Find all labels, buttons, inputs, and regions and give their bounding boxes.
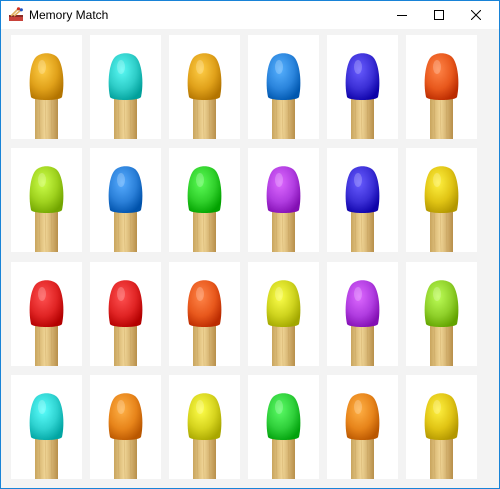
memory-card[interactable] bbox=[169, 35, 240, 139]
matchstick-icon bbox=[108, 166, 143, 252]
window-title: Memory Match bbox=[29, 8, 109, 22]
matchstick-icon bbox=[29, 280, 64, 366]
matchstick-icon bbox=[345, 280, 380, 366]
memory-card[interactable] bbox=[90, 375, 161, 479]
memory-card[interactable] bbox=[406, 35, 477, 139]
memory-card[interactable] bbox=[248, 148, 319, 252]
memory-card[interactable] bbox=[406, 375, 477, 479]
matchstick-icon bbox=[345, 166, 380, 252]
matchstick-icon bbox=[266, 393, 301, 479]
memory-card[interactable] bbox=[327, 262, 398, 366]
matchstick-icon bbox=[108, 53, 143, 139]
memory-card[interactable] bbox=[169, 148, 240, 252]
card-grid bbox=[1, 29, 499, 488]
matchstick-icon bbox=[424, 53, 459, 139]
memory-card[interactable] bbox=[169, 262, 240, 366]
memory-card[interactable] bbox=[248, 35, 319, 139]
matchstick-icon bbox=[187, 393, 222, 479]
matchstick-icon bbox=[266, 53, 301, 139]
memory-card[interactable] bbox=[248, 262, 319, 366]
matchstick-icon bbox=[266, 280, 301, 366]
matchstick-icon bbox=[345, 53, 380, 139]
memory-card[interactable] bbox=[90, 262, 161, 366]
memory-card[interactable] bbox=[11, 148, 82, 252]
title-bar[interactable]: Memory Match bbox=[1, 1, 499, 29]
matchstick-icon bbox=[29, 166, 64, 252]
app-window: Memory Match bbox=[0, 0, 500, 489]
memory-card[interactable] bbox=[11, 35, 82, 139]
maximize-icon bbox=[434, 10, 444, 20]
matchstick-icon bbox=[424, 166, 459, 252]
matchstick-icon bbox=[108, 393, 143, 479]
matchstick-icon bbox=[187, 280, 222, 366]
matchstick-icon bbox=[187, 166, 222, 252]
memory-card[interactable] bbox=[11, 375, 82, 479]
minimize-button[interactable] bbox=[384, 1, 420, 29]
matchstick-icon bbox=[29, 53, 64, 139]
matchstick-icon bbox=[424, 280, 459, 366]
memory-card[interactable] bbox=[406, 148, 477, 252]
memory-card[interactable] bbox=[327, 375, 398, 479]
memory-card[interactable] bbox=[11, 262, 82, 366]
matchstick-icon bbox=[266, 166, 301, 252]
memory-card[interactable] bbox=[90, 35, 161, 139]
close-button[interactable] bbox=[458, 1, 494, 29]
matchstick-icon bbox=[424, 393, 459, 479]
memory-card[interactable] bbox=[248, 375, 319, 479]
memory-card[interactable] bbox=[327, 148, 398, 252]
memory-card[interactable] bbox=[406, 262, 477, 366]
memory-card[interactable] bbox=[327, 35, 398, 139]
minimize-icon bbox=[397, 15, 407, 16]
matchstick-icon bbox=[345, 393, 380, 479]
matchbox-icon[interactable] bbox=[8, 7, 24, 23]
memory-card[interactable] bbox=[90, 148, 161, 252]
matchstick-icon bbox=[29, 393, 64, 479]
matchstick-icon bbox=[108, 280, 143, 366]
maximize-button[interactable] bbox=[421, 1, 457, 29]
memory-card[interactable] bbox=[169, 375, 240, 479]
matchstick-icon bbox=[187, 53, 222, 139]
close-icon bbox=[471, 10, 481, 20]
